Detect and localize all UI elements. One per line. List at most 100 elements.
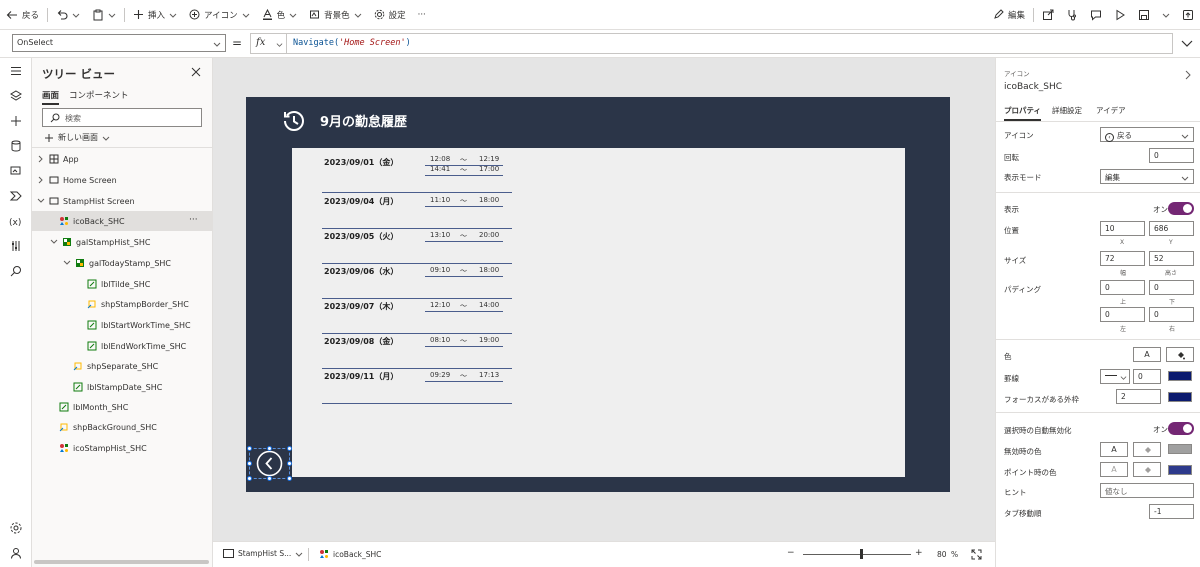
database-icon[interactable] xyxy=(9,139,23,153)
tab-index-input[interactable]: -1 xyxy=(1149,504,1194,519)
padding-top-input[interactable]: 0 xyxy=(1100,280,1145,295)
focus-border-color-swatch[interactable] xyxy=(1168,392,1192,402)
fill-color-button[interactable] xyxy=(1166,347,1194,362)
disabled-font-color-button[interactable]: A xyxy=(1100,442,1128,457)
zoom-out-button[interactable]: − xyxy=(787,548,795,558)
layers-icon[interactable] xyxy=(9,89,23,103)
tree-item-lblstampdate[interactable]: lblStampDate_SHC xyxy=(32,377,213,397)
stamp-history-gallery[interactable]: 2023/09/01（金） 12:08 ～ 12:19 14:41 ～ 17:00 2023/… xyxy=(292,148,905,477)
stamp-row[interactable]: 2023/09/06（水） 09:10 ～ 18:00 xyxy=(292,260,512,299)
tab-components[interactable]: コンポーネント xyxy=(69,89,129,105)
stamp-row[interactable]: 2023/09/07（木） 12:10 ～ 14:00 xyxy=(292,295,512,334)
font-color-button[interactable]: A xyxy=(1133,347,1161,362)
paste-command[interactable] xyxy=(86,0,122,30)
power-automate-icon[interactable] xyxy=(9,189,23,203)
tab-properties[interactable]: プロパティ xyxy=(1004,105,1042,121)
history-icon[interactable] xyxy=(280,107,308,135)
zoom-slider-thumb[interactable] xyxy=(859,549,863,559)
tab-advanced[interactable]: 詳細設定 xyxy=(1052,105,1082,116)
border-style-dropdown[interactable] xyxy=(1100,369,1130,384)
tab-screens[interactable]: 画面 xyxy=(42,89,60,105)
resize-handle[interactable] xyxy=(247,446,252,451)
chevron-down-icon[interactable] xyxy=(108,11,116,19)
tree-item-lbltilde[interactable]: lblTilde_SHC xyxy=(32,274,213,294)
padding-left-input[interactable]: 0 xyxy=(1100,307,1145,322)
icon-dropdown[interactable]: ‹ 戻る xyxy=(1100,127,1194,142)
tab-ideas[interactable]: アイデア xyxy=(1096,105,1126,116)
advanced-tools-icon[interactable] xyxy=(9,239,23,253)
stamp-row[interactable]: 2023/09/01（金） 12:08 ～ 12:19 14:41 ～ 17:00 xyxy=(292,154,512,193)
comments-button[interactable] xyxy=(1084,0,1108,30)
disabled-color-swatch[interactable] xyxy=(1168,444,1192,454)
save-options[interactable] xyxy=(1156,0,1176,30)
tree-item-home-screen[interactable]: Home Screen xyxy=(32,170,213,190)
settings-command[interactable]: 設定 xyxy=(368,0,412,30)
border-thickness-input[interactable]: 0 xyxy=(1133,369,1161,384)
close-icon[interactable] xyxy=(191,67,201,77)
hamburger-icon[interactable] xyxy=(9,64,23,78)
screen-selector[interactable]: StampHist S... xyxy=(223,549,303,558)
property-dropdown[interactable]: OnSelect xyxy=(12,34,226,52)
hint-input[interactable]: 値なし xyxy=(1100,483,1194,498)
more-command[interactable]: ··· xyxy=(412,0,432,30)
display-mode-dropdown[interactable]: 編集 xyxy=(1100,169,1194,184)
chevron-down-icon[interactable] xyxy=(72,11,80,19)
width-input[interactable]: 72 xyxy=(1100,251,1145,266)
expand-formula-icon[interactable] xyxy=(1181,38,1193,48)
more-options-icon[interactable]: ··· xyxy=(189,215,198,225)
search-icon[interactable] xyxy=(9,264,23,278)
new-screen-button[interactable]: 新しい画面 xyxy=(44,132,110,143)
disabled-fill-button[interactable] xyxy=(1133,442,1161,457)
tree-item-shpbackground[interactable]: shpBackGround_SHC xyxy=(32,417,213,437)
tree-item-stamphist-screen[interactable]: StampHist Screen xyxy=(32,191,213,211)
edit-command[interactable]: 編集 xyxy=(987,0,1031,30)
visible-toggle[interactable] xyxy=(1168,202,1194,215)
tree-item-shpseparate[interactable]: shpSeparate_SHC xyxy=(32,356,213,376)
bgcolor-command[interactable]: 背景色 xyxy=(303,0,368,30)
tree-item-app[interactable]: App xyxy=(32,149,213,169)
preview-button[interactable] xyxy=(1108,0,1132,30)
resize-handle[interactable] xyxy=(287,476,292,481)
resize-handle[interactable] xyxy=(247,476,252,481)
tree-item-galstamphist[interactable]: galStampHist_SHC xyxy=(32,232,213,252)
save-button[interactable] xyxy=(1132,0,1156,30)
stamp-row[interactable]: 2023/09/05（火） 13:10 ～ 20:00 xyxy=(292,225,512,264)
y-input[interactable]: 686 xyxy=(1149,221,1194,236)
back-icon-selected[interactable] xyxy=(247,446,292,481)
resize-handle[interactable] xyxy=(287,461,292,466)
back-command[interactable]: 戻る xyxy=(0,0,45,30)
tree-item-lblendworktime[interactable]: lblEndWorkTime_SHC xyxy=(32,336,213,356)
zoom-slider[interactable] xyxy=(803,554,911,555)
border-color-swatch[interactable] xyxy=(1168,371,1192,381)
icon-command[interactable]: アイコン xyxy=(183,0,256,30)
tree-item-lblmonth[interactable]: lblMonth_SHC xyxy=(32,397,213,417)
variables-icon[interactable]: (x) xyxy=(9,214,23,228)
share-button[interactable] xyxy=(1036,0,1060,30)
color-command[interactable]: 色 xyxy=(256,0,304,30)
rotation-input[interactable]: 0 xyxy=(1149,148,1194,163)
media-icon[interactable] xyxy=(9,164,23,178)
stamp-row[interactable]: 2023/09/04（月） 11:10 ～ 18:00 xyxy=(292,190,512,229)
stamp-row[interactable]: 2023/09/08（金） 08:10 ～ 19:00 xyxy=(292,330,512,369)
tree-item-galtodaystamp[interactable]: galTodayStamp_SHC xyxy=(32,253,213,273)
account-icon[interactable] xyxy=(9,546,23,560)
hover-fill-button[interactable] xyxy=(1133,462,1161,477)
tree-search-input[interactable]: 検索 xyxy=(42,108,202,127)
resize-handle[interactable] xyxy=(267,476,272,481)
tree-item-lblstartworktime[interactable]: lblStartWorkTime_SHC xyxy=(32,315,213,335)
auto-disable-toggle[interactable] xyxy=(1168,422,1194,435)
tree-item-icostamphist[interactable]: icoStampHist_SHC xyxy=(32,438,213,458)
zoom-in-button[interactable]: + xyxy=(915,548,923,558)
publish-button[interactable] xyxy=(1176,0,1200,30)
resize-handle[interactable] xyxy=(247,461,252,466)
tree-item-shpstampborder[interactable]: shpStampBorder_SHC xyxy=(32,294,213,314)
health-check-button[interactable] xyxy=(1060,0,1084,30)
padding-bottom-input[interactable]: 0 xyxy=(1149,280,1194,295)
control-breadcrumb[interactable]: icoBack_SHC xyxy=(319,549,381,559)
hover-color-swatch[interactable] xyxy=(1168,465,1192,475)
focus-border-input[interactable]: 2 xyxy=(1116,389,1161,404)
hover-font-color-button[interactable]: A xyxy=(1100,462,1128,477)
x-input[interactable]: 10 xyxy=(1100,221,1145,236)
stamp-row[interactable]: 2023/09/11（月） 09:29 ～ 17:13 xyxy=(292,365,512,404)
undo-command[interactable] xyxy=(50,0,86,30)
